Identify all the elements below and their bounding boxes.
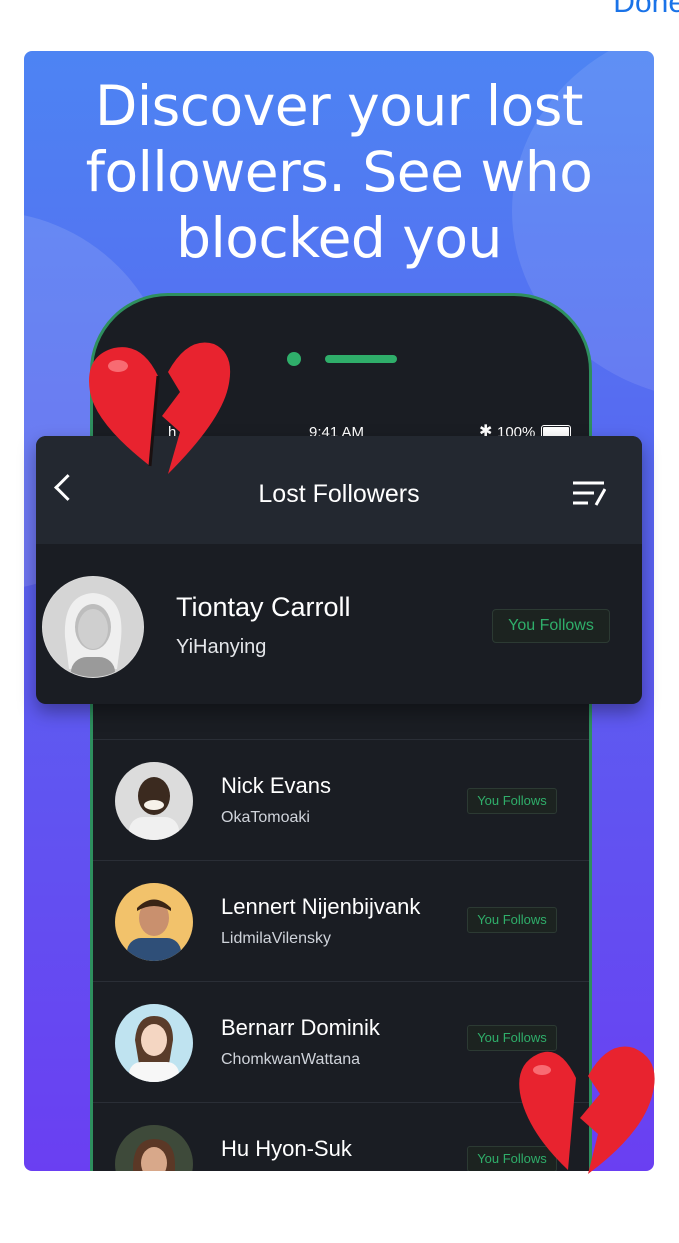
broken-heart-icon bbox=[89, 342, 231, 474]
follow-status-badge[interactable]: You Follows bbox=[492, 609, 610, 643]
sort-filter-icon[interactable] bbox=[572, 480, 606, 506]
follow-status-badge[interactable]: You Follows bbox=[467, 907, 557, 933]
list-item[interactable]: Bernarr Dominik ChomkwanWattana You Foll… bbox=[93, 981, 589, 1103]
camera-dot bbox=[287, 352, 301, 366]
list-item[interactable]: Nick Evans OkaTomoaki You Follows bbox=[93, 739, 589, 861]
list-item[interactable]: Hu Hyon-Suk You Follows bbox=[93, 1102, 589, 1171]
broken-heart-icon bbox=[519, 1046, 655, 1174]
avatar bbox=[115, 883, 193, 961]
row-name: Bernarr Dominik bbox=[221, 1015, 380, 1040]
row-name: Lennert Nijenbijvank bbox=[221, 894, 421, 919]
page-title: Lost Followers bbox=[258, 480, 420, 508]
avatar bbox=[42, 576, 144, 678]
row-name: Hu Hyon-Suk bbox=[221, 1136, 352, 1161]
avatar bbox=[115, 762, 193, 840]
headline: Discover your lost followers. See who bl… bbox=[85, 74, 593, 270]
row-username: LidmilaVilensky bbox=[221, 930, 331, 947]
follow-status-badge[interactable]: You Follows bbox=[467, 788, 557, 814]
featured-username: YiHanying bbox=[176, 636, 267, 658]
avatar bbox=[115, 1004, 193, 1082]
row-username: ChomkwanWattana bbox=[221, 1051, 361, 1068]
done-button[interactable]: Done bbox=[613, 0, 679, 20]
speaker-bar bbox=[325, 355, 397, 363]
avatar bbox=[115, 1125, 193, 1171]
row-username: OkaTomoaki bbox=[221, 809, 310, 826]
row-name: Nick Evans bbox=[221, 773, 332, 798]
list-item[interactable]: Lennert Nijenbijvank LidmilaVilensky You… bbox=[93, 860, 589, 982]
featured-name: Tiontay Carroll bbox=[176, 592, 351, 622]
